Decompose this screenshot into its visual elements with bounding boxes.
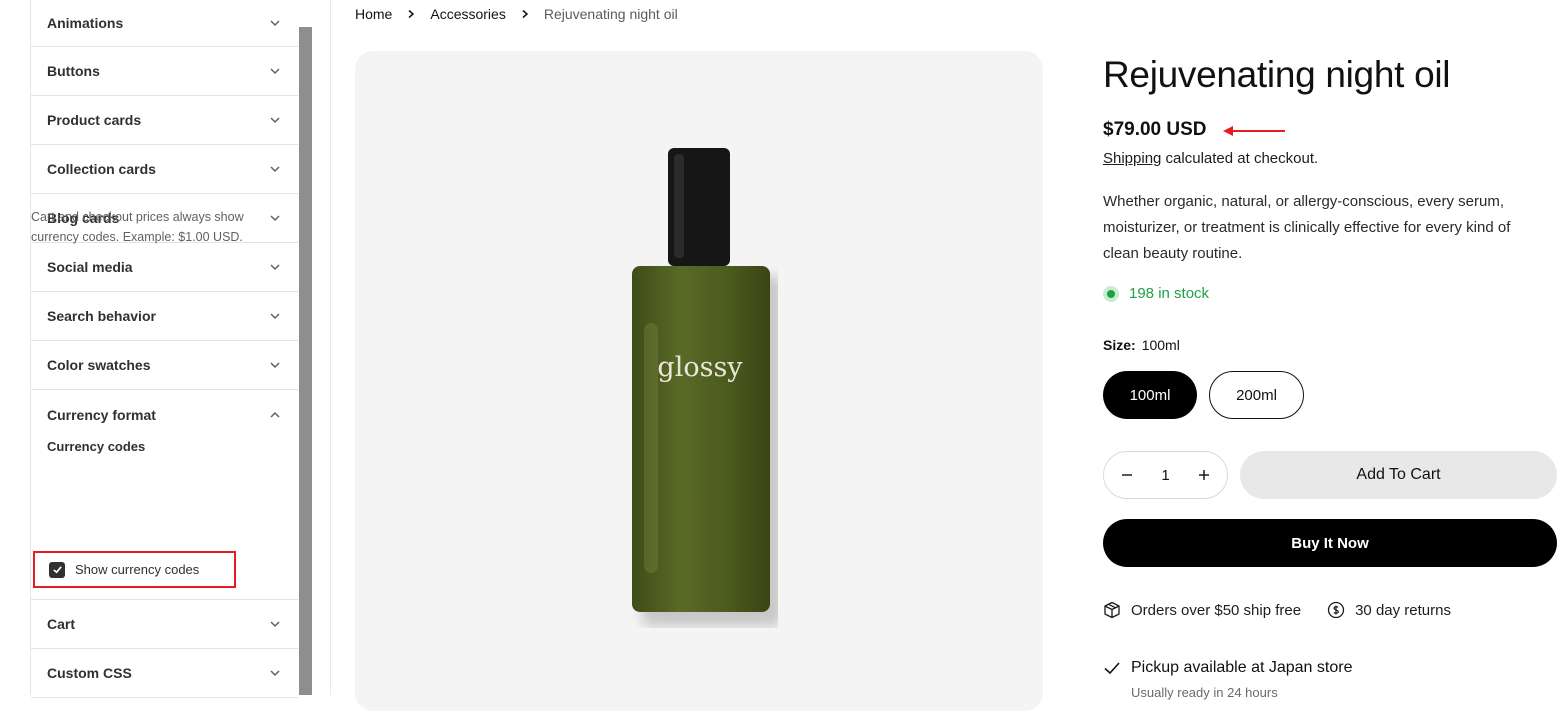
size-label: Size: — [1103, 337, 1136, 353]
breadcrumb-home[interactable]: Home — [355, 6, 392, 22]
stock-dot-icon — [1103, 285, 1119, 302]
bottle-brand-text: glossy — [657, 352, 743, 383]
pickup-availability: Pickup available at Japan store — [1103, 659, 1352, 677]
currency-codes-heading: Currency codes — [47, 439, 146, 454]
accordion-product-cards[interactable]: Product cards — [31, 96, 298, 145]
accordion-label: Product cards — [47, 112, 142, 128]
theme-settings-panel: Animations Buttons Product cards Collect… — [0, 0, 340, 698]
shipping-note: Shipping calculated at checkout. — [1103, 150, 1318, 167]
chevron-down-icon — [268, 16, 282, 30]
chevron-down-icon — [268, 162, 282, 176]
size-option-200ml[interactable]: 200ml — [1209, 371, 1304, 419]
perk-free-shipping: Orders over $50 ship free — [1103, 601, 1301, 619]
chevron-down-icon — [268, 260, 282, 274]
box-icon — [1104, 601, 1120, 619]
size-value: 100ml — [1141, 337, 1180, 353]
panel-divider — [330, 0, 331, 695]
accordion-label: Animations — [47, 15, 124, 31]
settings-accordion: Animations Buttons Product cards Collect… — [30, 0, 298, 698]
product-description: Whether organic, natural, or allergy-con… — [1103, 193, 1511, 262]
pickup-ready-text: Usually ready in 24 hours — [1131, 685, 1278, 700]
perk-returns-text: 30 day returns — [1355, 601, 1451, 619]
chevron-down-icon — [268, 617, 282, 631]
breadcrumb-accessories[interactable]: Accessories — [430, 6, 505, 22]
breadcrumb: Home Accessories Rejuvenating night oil — [355, 6, 678, 22]
accordion-label: Buttons — [47, 63, 100, 79]
accordion-custom-css[interactable]: Custom CSS — [31, 649, 298, 698]
quantity-stepper: 1 — [1103, 451, 1228, 499]
chevron-down-icon — [268, 113, 282, 127]
breadcrumb-current: Rejuvenating night oil — [543, 6, 678, 22]
accordion-color-swatches[interactable]: Color swatches — [31, 341, 298, 390]
accordion-label: Search behavior — [47, 308, 156, 324]
accordion-collection-cards[interactable]: Collection cards — [31, 145, 298, 194]
add-to-cart-button[interactable]: Add To Cart — [1240, 451, 1557, 499]
accordion-label: Social media — [47, 259, 133, 275]
minus-icon[interactable] — [1120, 468, 1134, 482]
annotation-arrow-icon — [1223, 126, 1285, 136]
accordion-label: Cart — [47, 616, 76, 632]
quantity-value[interactable]: 1 — [1161, 467, 1169, 484]
stock-text: 198 in stock — [1129, 285, 1210, 302]
product-title: Rejuvenating night oil — [1103, 54, 1451, 95]
accordion-social-media[interactable]: Social media — [31, 243, 298, 292]
pickup-text: Pickup available at Japan store — [1131, 659, 1353, 676]
checkmark-icon — [1104, 662, 1120, 675]
chevron-down-icon — [268, 211, 282, 225]
dollar-circle-icon — [1327, 601, 1345, 619]
buy-now-button[interactable]: Buy It Now — [1103, 519, 1557, 567]
chevron-down-icon — [268, 666, 282, 680]
chevron-right-icon — [520, 9, 530, 19]
shipping-note-text: calculated at checkout. — [1161, 150, 1319, 167]
accordion-label: Color swatches — [47, 357, 151, 373]
accordion-buttons[interactable]: Buttons — [31, 47, 298, 96]
accordion-header[interactable]: Currency format — [47, 390, 282, 439]
product-price: $79.00 USD — [1103, 119, 1207, 140]
product-perks: Orders over $50 ship free 30 day returns — [1103, 601, 1477, 619]
perk-returns: 30 day returns — [1327, 601, 1451, 619]
accordion-label: Collection cards — [47, 161, 156, 177]
show-currency-codes-checkbox[interactable]: Show currency codes — [33, 551, 236, 588]
perk-shipping-text: Orders over $50 ship free — [1131, 601, 1302, 619]
chevron-down-icon — [268, 309, 282, 323]
currency-codes-description: Cart and checkout prices always show cur… — [31, 210, 244, 244]
plus-icon[interactable] — [1197, 468, 1211, 482]
accordion-search-behavior[interactable]: Search behavior — [31, 292, 298, 341]
accordion-label: Custom CSS — [47, 665, 132, 681]
accordion-animations[interactable]: Animations — [31, 0, 298, 47]
stock-status: 198 in stock — [1103, 285, 1209, 302]
chevron-down-icon — [268, 64, 282, 78]
product-image[interactable]: glossy — [355, 51, 1043, 711]
checkbox-checked-icon[interactable] — [49, 561, 65, 578]
checkbox-label: Show currency codes — [75, 562, 200, 577]
shipping-link[interactable]: Shipping — [1103, 150, 1161, 167]
accordion-label: Currency format — [47, 406, 156, 423]
size-option-100ml[interactable]: 100ml — [1103, 371, 1197, 419]
chevron-right-icon — [406, 9, 416, 19]
chevron-up-icon — [268, 408, 282, 422]
accordion-cart[interactable]: Cart — [31, 600, 298, 649]
settings-scrollbar[interactable] — [299, 27, 312, 695]
chevron-down-icon — [268, 358, 282, 372]
product-bottle-image: glossy — [632, 148, 778, 626]
store-preview: Home Accessories Rejuvenating night oil — [340, 0, 1566, 711]
size-selection: Size: 100ml — [1103, 337, 1180, 353]
